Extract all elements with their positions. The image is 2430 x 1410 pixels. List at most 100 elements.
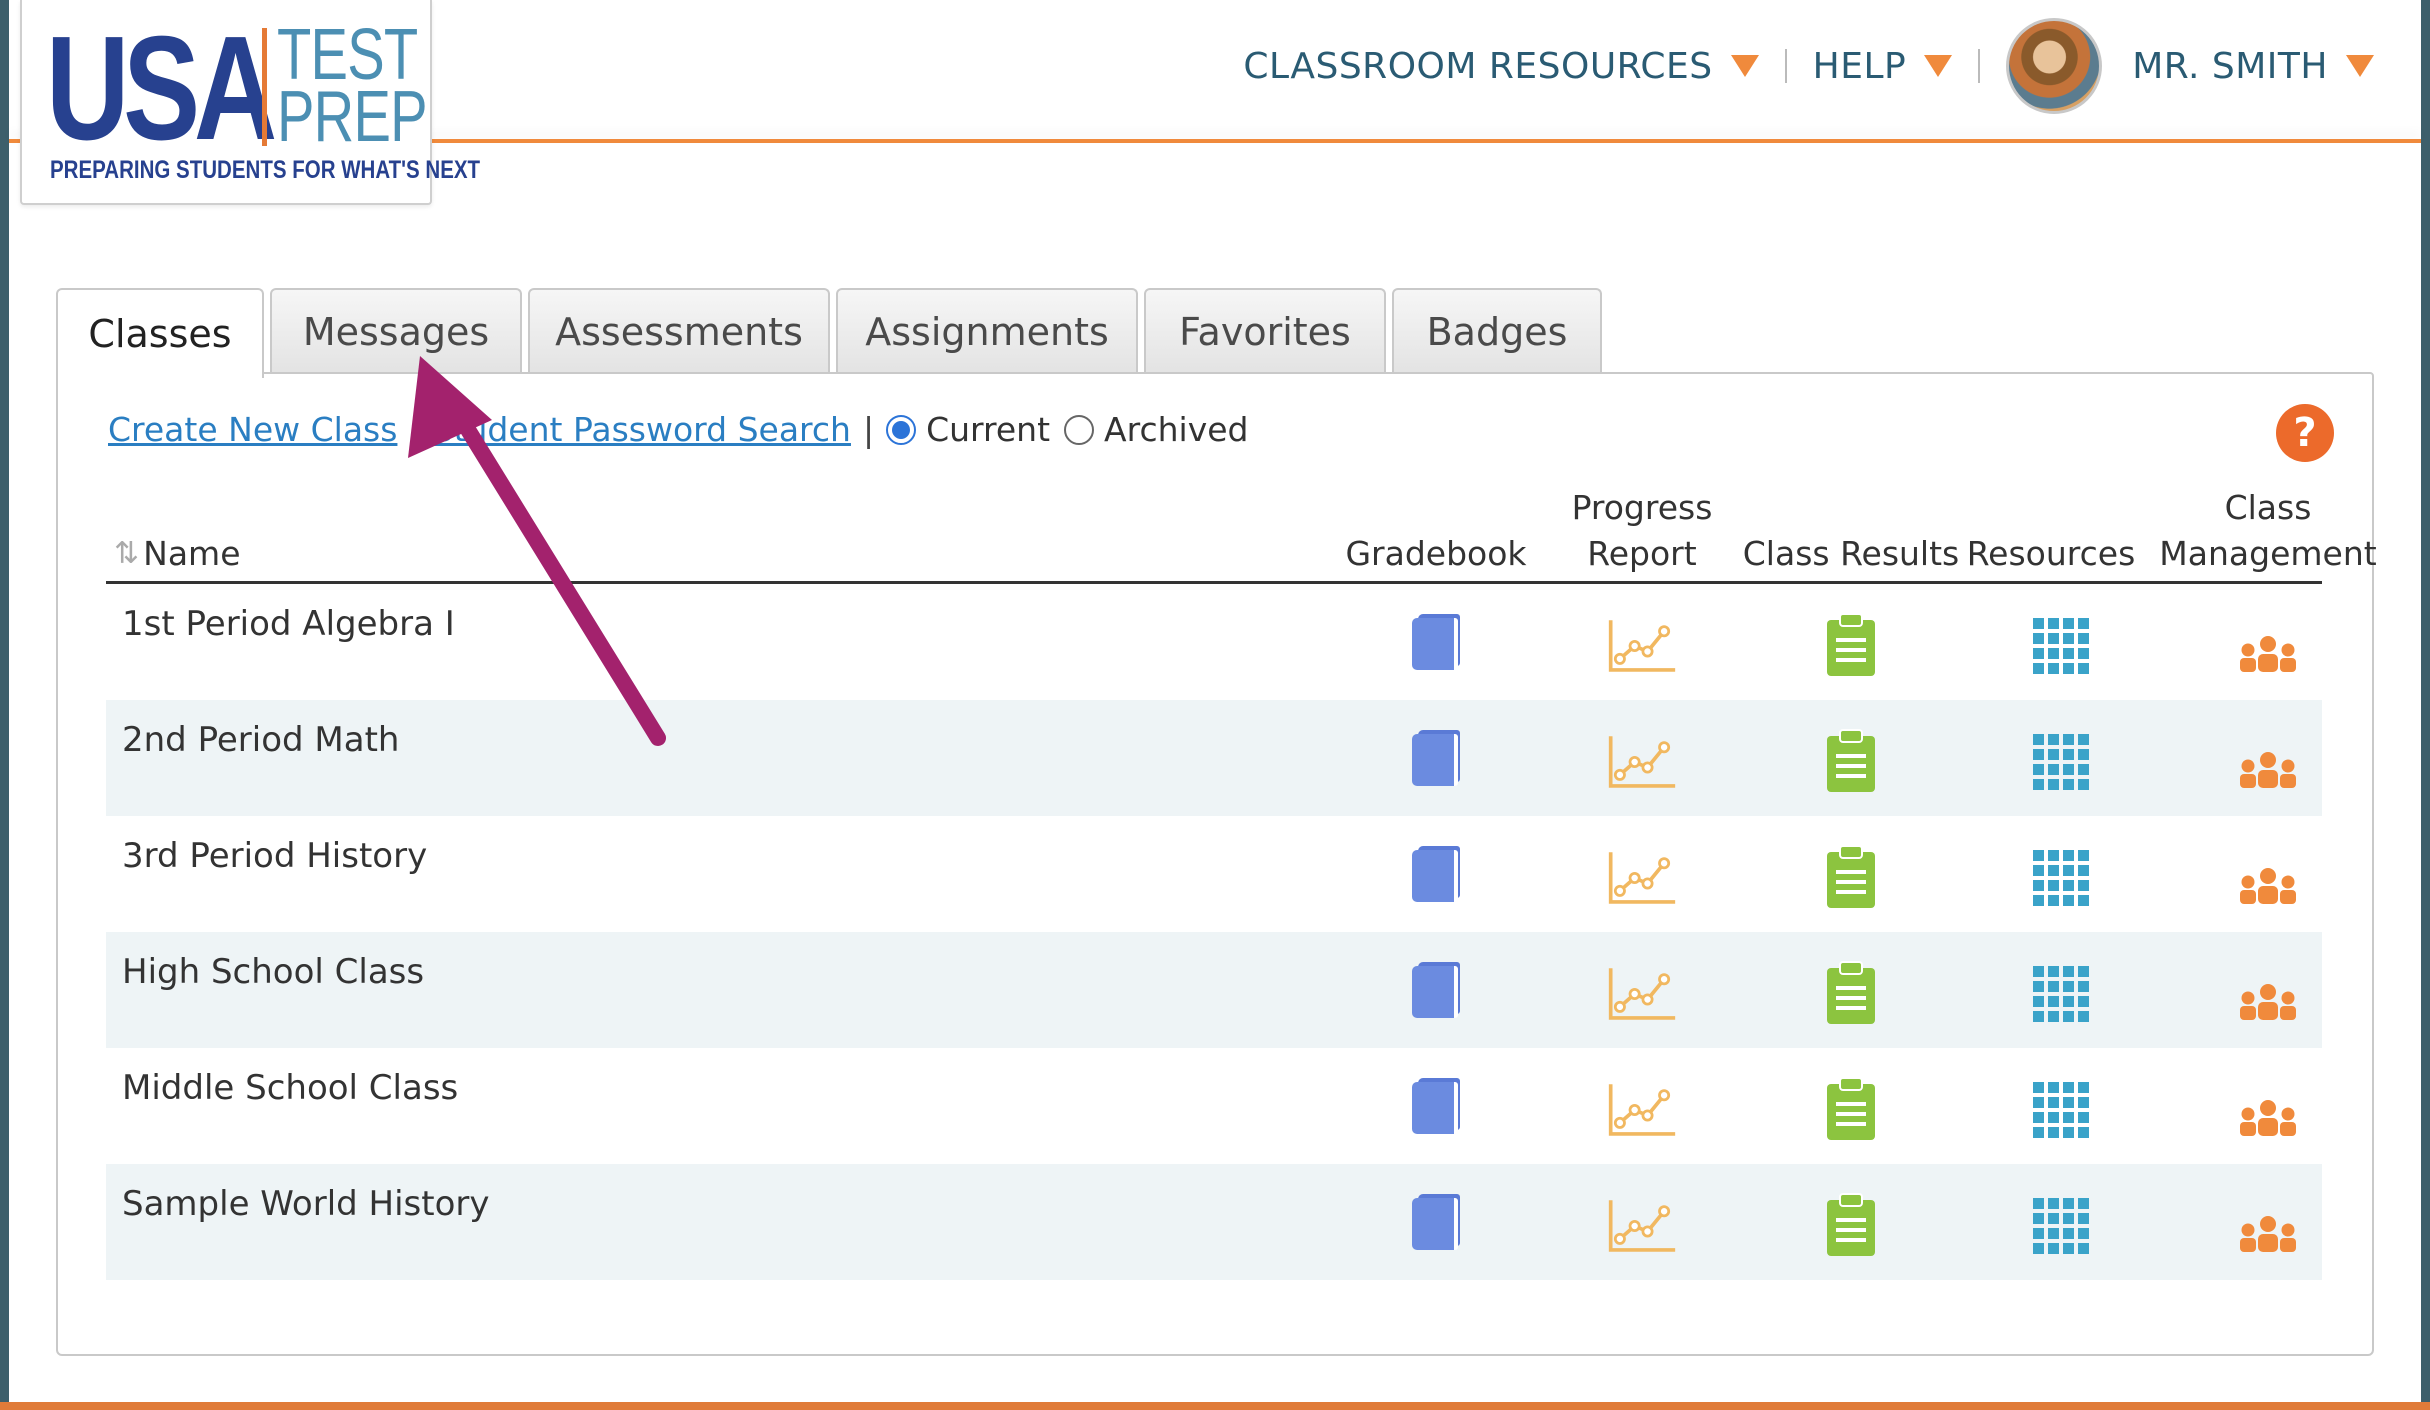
help-question-icon[interactable]: ? [2276,404,2334,462]
resources-button[interactable] [2026,614,2096,678]
class-management-button[interactable] [2233,1078,2303,1142]
table-row: 1st Period Algebra I [106,584,2322,700]
student-password-search-link[interactable]: Student Password Search [433,410,851,449]
gradebook-button[interactable] [1401,962,1471,1026]
progress-report-button[interactable] [1607,962,1677,1026]
grid-icon [2033,734,2089,790]
classroom-resources-label: CLASSROOM RESOURCES [1243,45,1713,87]
gradebook-button[interactable] [1401,614,1471,678]
people-icon [2240,752,2296,788]
logo-divider [262,28,267,146]
resources-column-header: Resources [1951,531,2151,577]
class-management-button[interactable] [2233,962,2303,1026]
class-management-column-header: Class Management [2148,485,2388,577]
gradebook-button[interactable] [1401,1194,1471,1258]
grid-icon [2033,1198,2089,1254]
name-header-label: Name [143,534,241,573]
class-management-button[interactable] [2233,846,2303,910]
progress-report-button[interactable] [1607,1194,1677,1258]
progress-report-button[interactable] [1607,730,1677,794]
caret-down-icon [1730,55,1759,77]
class-results-button[interactable] [1816,729,1886,794]
progress-header-line2: Report [1587,534,1697,573]
table-row: Middle School Class [106,1048,2322,1164]
archived-radio[interactable] [1064,414,1095,445]
progress-chart-icon [1608,736,1676,788]
table-row: Sample World History [106,1164,2322,1280]
class-management-button[interactable] [2233,730,2303,794]
name-column-header[interactable]: ⇅ Name [114,531,241,577]
page-frame-left [0,0,9,1410]
nav-separator [1978,49,1981,83]
progress-chart-icon [1608,1084,1676,1136]
class-name[interactable]: Sample World History [122,1184,490,1224]
tab-assignments[interactable]: Assignments [836,288,1138,374]
class-management-button[interactable] [2233,614,2303,678]
resources-button[interactable] [2026,1194,2096,1258]
gradebook-icon [1412,1078,1460,1134]
resources-button[interactable] [2026,730,2096,794]
resources-button[interactable] [2026,1078,2096,1142]
resources-button[interactable] [2026,846,2096,910]
tab-favorites[interactable]: Favorites [1144,288,1386,374]
tab-classes[interactable]: Classes [56,288,264,378]
caret-down-icon [1924,55,1953,77]
people-icon [2240,984,2296,1020]
current-radio[interactable] [886,414,917,445]
grid-icon [2033,618,2089,674]
toolbar-separator: | [862,410,875,449]
progress-chart-icon [1608,968,1676,1020]
people-icon [2240,1216,2296,1252]
class-name[interactable]: 3rd Period History [122,836,427,876]
gradebook-button[interactable] [1401,730,1471,794]
gradebook-icon [1412,962,1460,1018]
progress-report-button[interactable] [1607,1078,1677,1142]
page-frame-bottom [0,1402,2430,1410]
tab-badges[interactable]: Badges [1392,288,1602,374]
user-menu[interactable]: MR. SMITH [2132,46,2374,87]
class-results-button[interactable] [1816,613,1886,678]
logo-prep-text: PREP [277,77,428,157]
class-management-header-line1: Class [2224,488,2312,527]
progress-chart-icon [1608,1200,1676,1252]
user-avatar[interactable] [2006,18,2103,114]
resources-button[interactable] [2026,962,2096,1026]
class-results-button[interactable] [1816,1077,1886,1142]
clipboard-icon [1827,845,1875,908]
class-management-button[interactable] [2233,1194,2303,1258]
gradebook-button[interactable] [1401,1078,1471,1142]
people-icon [2240,636,2296,672]
class-name[interactable]: 2nd Period Math [122,720,399,760]
clipboard-icon [1827,729,1875,792]
people-icon [2240,868,2296,904]
site-logo[interactable]: USA TEST PREP PREPARING STUDENTS FOR WHA… [20,0,480,205]
progress-report-button[interactable] [1607,614,1677,678]
resources-header-label: Resources [1966,534,2136,573]
gradebook-header-label: Gradebook [1345,534,1527,573]
class-name[interactable]: High School Class [122,952,424,992]
class-name[interactable]: 1st Period Algebra I [122,604,455,644]
create-new-class-link[interactable]: Create New Class [108,410,397,449]
clipboard-icon [1827,613,1875,676]
progress-header-line1: Progress [1571,488,1713,527]
archived-radio-label: Archived [1104,410,1249,449]
class-results-button[interactable] [1816,961,1886,1026]
class-results-button[interactable] [1816,1193,1886,1258]
gradebook-icon [1412,730,1460,786]
sort-icon[interactable]: ⇅ [114,531,139,577]
class-results-column-header: Class Results [1736,531,1966,577]
tab-messages[interactable]: Messages [270,288,522,374]
table-header: ⇅ Name Gradebook Progress Report Class R… [106,484,2377,584]
help-menu[interactable]: HELP [1813,46,1953,87]
gradebook-button[interactable] [1401,846,1471,910]
user-name: MR. SMITH [2132,45,2328,87]
class-name[interactable]: Middle School Class [122,1068,458,1108]
clipboard-icon [1827,961,1875,1024]
tab-assessments[interactable]: Assessments [528,288,830,374]
classroom-resources-menu[interactable]: CLASSROOM RESOURCES [1243,45,1759,87]
class-results-button[interactable] [1816,845,1886,910]
progress-report-button[interactable] [1607,846,1677,910]
gradebook-icon [1412,614,1460,670]
progress-chart-icon [1608,620,1676,672]
grid-icon [2033,1082,2089,1138]
